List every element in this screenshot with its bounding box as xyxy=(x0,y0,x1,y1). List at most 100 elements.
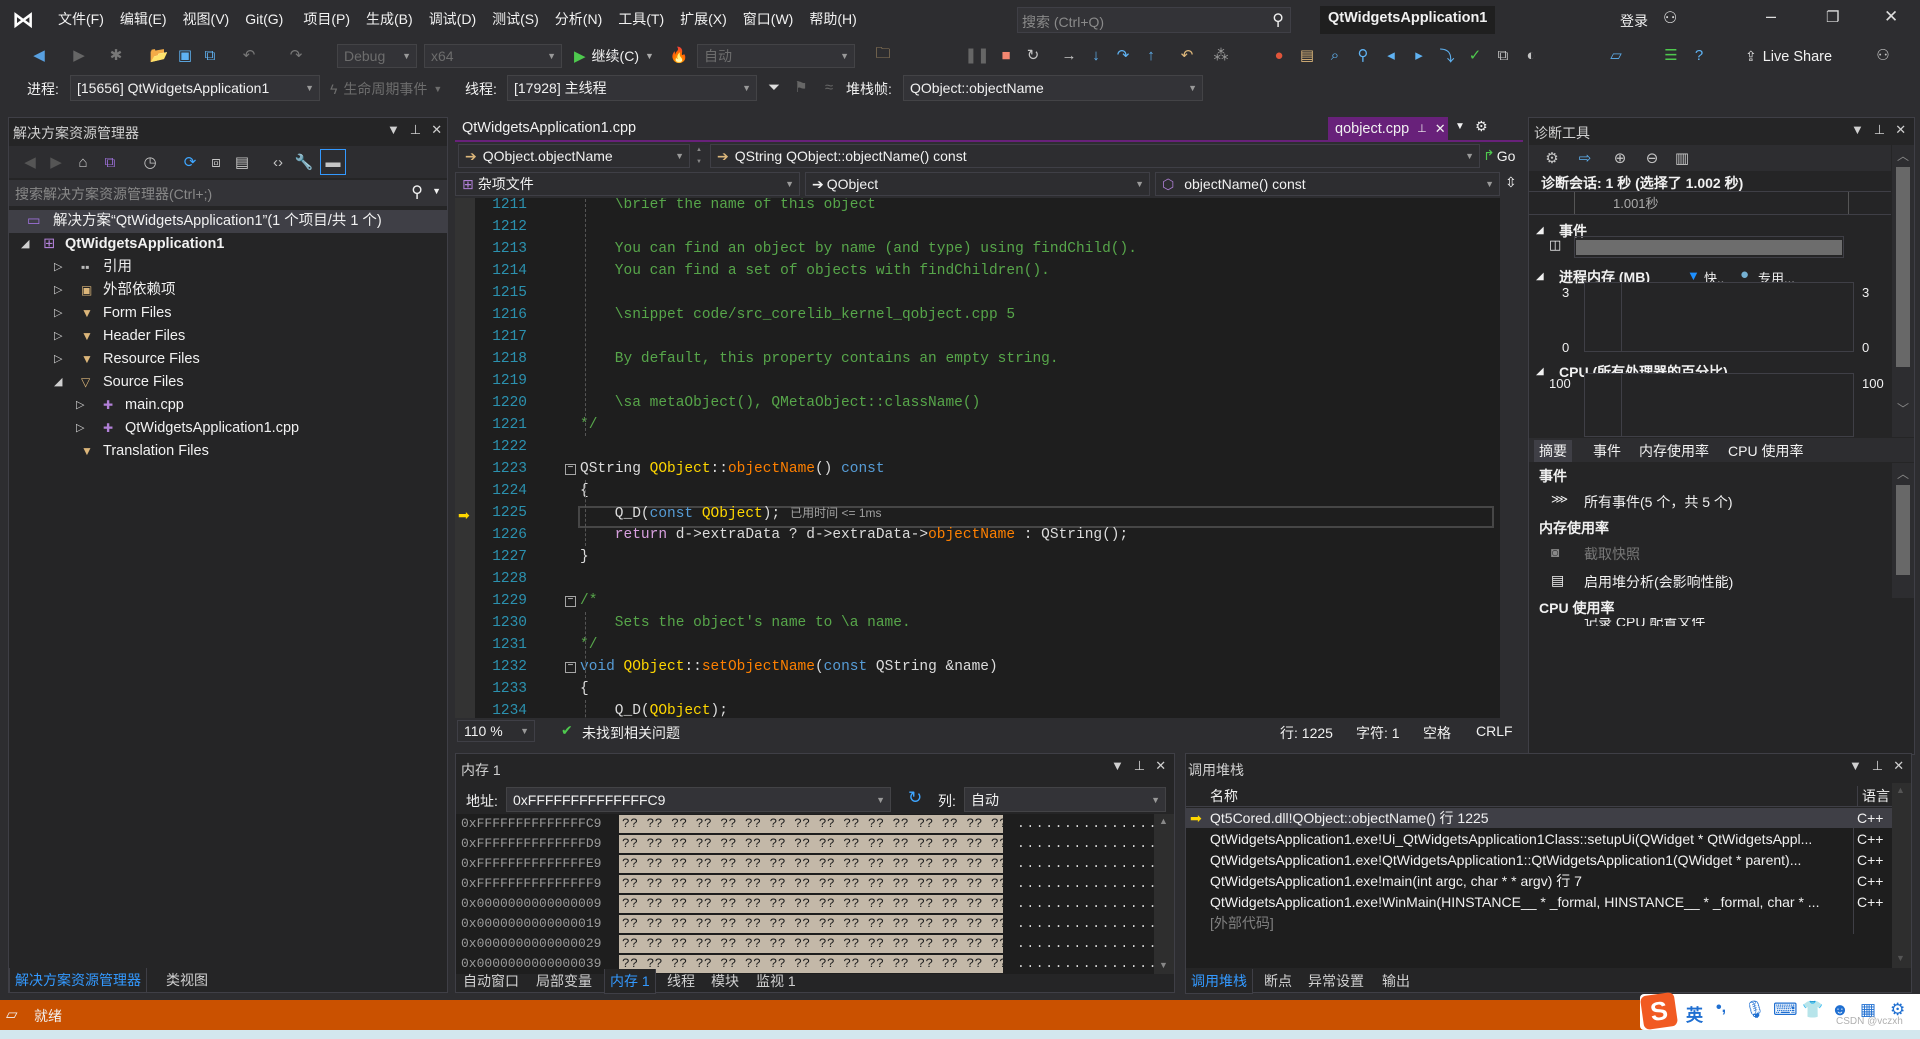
pin-icon[interactable]: ⊥ xyxy=(1872,758,1883,774)
memory-row[interactable]: 0xFFFFFFFFFFFFFFD9 ?? ?? ?? ?? ?? ?? ?? ?… xyxy=(461,835,1154,853)
memory-ascii[interactable]: ................ xyxy=(1017,855,1154,873)
tab-debug-3[interactable]: 输出 xyxy=(1377,969,1415,993)
menu-item[interactable]: 测试(S) xyxy=(486,9,547,29)
scroll-down-icon[interactable]: ▼ xyxy=(1159,960,1168,970)
breakpoints-icon[interactable]: ⁂ xyxy=(1210,44,1232,66)
step-into-icon[interactable]: ↓ xyxy=(1085,44,1107,66)
tree-item[interactable]: ▷ ▼ Form Files xyxy=(9,302,447,325)
hot-reload-icon[interactable]: 🔥 xyxy=(668,44,690,66)
call-stack-row[interactable]: QtWidgetsApplication1.exe!WinMain(HINSTA… xyxy=(1186,892,1892,913)
collapse-region-icon[interactable]: − xyxy=(565,662,576,673)
tab-debug-2[interactable]: 异常设置 xyxy=(1303,969,1369,993)
stack-frame-select[interactable]: QObject::objectName ▼ xyxy=(903,75,1203,101)
timeline-ruler[interactable]: 1.001秒 xyxy=(1529,191,1891,215)
tab-memory-usage[interactable]: 内存使用率 xyxy=(1639,441,1709,461)
configuration-select[interactable]: Debug ▼ xyxy=(337,44,417,68)
memory-bytes[interactable]: ?? ?? ?? ?? ?? ?? ?? ?? ?? ?? ?? ?? ?? ?… xyxy=(619,855,1003,873)
scroll-up-icon[interactable]: ▲ xyxy=(1159,816,1168,826)
switch-views-icon[interactable]: ⧉ xyxy=(99,151,121,173)
memory-bytes[interactable]: ?? ?? ?? ?? ?? ?? ?? ?? ?? ?? ?? ?? ?? ?… xyxy=(619,895,1003,913)
memory-row[interactable]: 0x0000000000000009 ?? ?? ?? ?? ?? ?? ?? ?… xyxy=(461,895,1154,913)
scroll-up-icon[interactable]: ︿ xyxy=(1897,147,1909,164)
collapse-icon[interactable]: ◢ xyxy=(1536,366,1544,377)
menu-item[interactable]: 窗口(W) xyxy=(737,9,802,29)
copy-icon[interactable]: ⧉ xyxy=(1492,44,1514,66)
memory-ascii[interactable]: ................ xyxy=(1017,835,1154,853)
microphone-icon[interactable]: 🎙 xyxy=(1744,1000,1766,1020)
export-icon[interactable]: ⇨ xyxy=(1574,147,1596,169)
all-events-link[interactable]: 所有事件(5 个，共 5 个) xyxy=(1584,492,1733,512)
enable-heap-profiling-button[interactable]: 启用堆分析(会影响性能) xyxy=(1584,572,1733,592)
new-project-icon[interactable]: ✱ xyxy=(105,44,127,66)
summary-scrollbar[interactable]: ︿ xyxy=(1892,463,1914,598)
memory-scrollbar[interactable]: ▲ ▼ xyxy=(1154,814,1174,974)
tab-cpu-usage[interactable]: CPU 使用率 xyxy=(1728,441,1803,461)
collapsed-icon[interactable]: ▷ xyxy=(54,348,62,371)
scroll-down-icon[interactable]: ▼ xyxy=(1896,953,1905,963)
live-share-button[interactable]: ⇪ Live Share xyxy=(1745,48,1832,65)
undo-icon[interactable]: ↶ xyxy=(238,44,260,66)
whitespace-indicator[interactable]: 空格 xyxy=(1423,723,1451,743)
collapsed-icon[interactable]: ▷ xyxy=(76,394,84,417)
tree-item[interactable]: ▷ ▼ Resource Files xyxy=(9,348,447,371)
memory-row[interactable]: 0xFFFFFFFFFFFFFFC9 ?? ?? ?? ?? ?? ?? ?? ?… xyxy=(461,815,1154,833)
tab-debug-0[interactable]: 调用堆栈 xyxy=(1185,969,1253,994)
pause-icon[interactable]: ❚❚ xyxy=(964,44,989,66)
chevron-down-icon[interactable]: ▼ xyxy=(432,186,441,196)
collapsed-icon[interactable]: ▷ xyxy=(76,417,84,440)
close-icon[interactable]: ✕ xyxy=(1435,121,1446,137)
tree-item[interactable]: ▼ Translation Files xyxy=(9,440,447,463)
show-flagged-icon[interactable]: ≈ xyxy=(818,76,840,98)
lifecycle-events-button[interactable]: ϟ 生命周期事件 ▼ xyxy=(330,79,442,99)
refresh-icon[interactable]: ↻ xyxy=(908,788,922,808)
split-window-icon[interactable]: ⇳ xyxy=(1505,174,1517,191)
member-nav-select[interactable]: ⬡ objectName() const ▼ xyxy=(1155,172,1500,196)
scroll-up-icon[interactable]: ▲ xyxy=(1896,785,1905,795)
show-all-files-icon[interactable]: ▤ xyxy=(231,151,253,173)
memory-bytes[interactable]: ?? ?? ?? ?? ?? ?? ?? ?? ?? ?? ?? ?? ?? ?… xyxy=(619,835,1003,853)
line-indicator[interactable]: 行: 1225 xyxy=(1280,723,1333,743)
issues-status[interactable]: 未找到相关问题 xyxy=(582,723,680,743)
comment-icon[interactable]: ▱ xyxy=(1605,44,1627,66)
memory-ascii[interactable]: ................ xyxy=(1017,915,1154,933)
collapse-icon[interactable]: ◢ xyxy=(1536,225,1544,236)
dropdown-icon[interactable]: ▼ xyxy=(387,122,400,138)
toggle-icon[interactable]: ◐ xyxy=(1520,44,1542,66)
menu-item[interactable]: 扩展(X) xyxy=(674,9,735,29)
outdent-icon[interactable]: ☰ xyxy=(1660,44,1682,66)
tab-summary[interactable]: 摘要 xyxy=(1534,440,1572,462)
diagnostics-graph-scrollbar[interactable]: ︿ ﹀ xyxy=(1892,145,1914,437)
call-stack-row[interactable]: QtWidgetsApplication1.exe!QtWidgetsAppli… xyxy=(1186,850,1892,871)
preview-selected-icon[interactable]: ▬ xyxy=(320,149,346,175)
find-in-files-icon[interactable]: 🗀 xyxy=(872,44,894,66)
close-icon[interactable]: ✕ xyxy=(1893,758,1904,774)
menu-item[interactable]: 项目(P) xyxy=(297,9,358,29)
ime-punctuation-toggle[interactable]: •, xyxy=(1716,999,1726,1017)
tree-item[interactable]: ▷ ▪▪ 引用 xyxy=(9,256,447,279)
login-link[interactable]: 登录 xyxy=(1620,11,1648,31)
tab-bottom-5[interactable]: 监视 1 xyxy=(751,969,801,993)
memory-chart[interactable] xyxy=(1584,282,1854,352)
save-all-icon[interactable]: ⧉ xyxy=(199,44,221,66)
columns-select[interactable]: 自动 ▼ xyxy=(964,787,1166,812)
memory-row[interactable]: 0xFFFFFFFFFFFFFFF9 ?? ?? ?? ?? ?? ?? ?? ?… xyxy=(461,875,1154,893)
forward-icon[interactable]: ▶ xyxy=(45,151,67,173)
watch-icon[interactable]: ▤ xyxy=(1296,44,1318,66)
tree-item[interactable]: ▷ ▣ 外部依赖项 xyxy=(9,279,447,302)
memory-row[interactable]: 0x0000000000000019 ?? ?? ?? ?? ?? ?? ?? ?… xyxy=(461,915,1154,933)
collapsed-icon[interactable]: ▷ xyxy=(54,302,62,325)
debug-tools-icon[interactable]: ● xyxy=(1268,44,1290,66)
function-nav-select[interactable]: ➔ QString QObject::objectName() const ▼ xyxy=(710,144,1480,168)
quick-watch-icon[interactable]: ⌕ xyxy=(1324,44,1346,66)
process-select[interactable]: [15656] QtWidgetsApplication1 ▼ xyxy=(70,75,320,101)
feedback-icon[interactable]: ⚇ xyxy=(1872,44,1894,66)
tab-bottom-2[interactable]: 内存 1 xyxy=(604,969,656,994)
collapse-region-icon[interactable]: − xyxy=(565,464,576,475)
menu-item[interactable]: 工具(T) xyxy=(612,9,672,29)
find-icon[interactable]: ⚲ xyxy=(1352,44,1374,66)
keyboard-icon[interactable]: ⌨ xyxy=(1773,1000,1798,1020)
restart-icon[interactable]: ↻ xyxy=(1022,44,1044,66)
memory-bytes[interactable]: ?? ?? ?? ?? ?? ?? ?? ?? ?? ?? ?? ?? ?? ?… xyxy=(619,935,1003,953)
collapsed-icon[interactable]: ▷ xyxy=(54,279,62,302)
notification-icon[interactable]: ▱ xyxy=(6,1005,18,1023)
